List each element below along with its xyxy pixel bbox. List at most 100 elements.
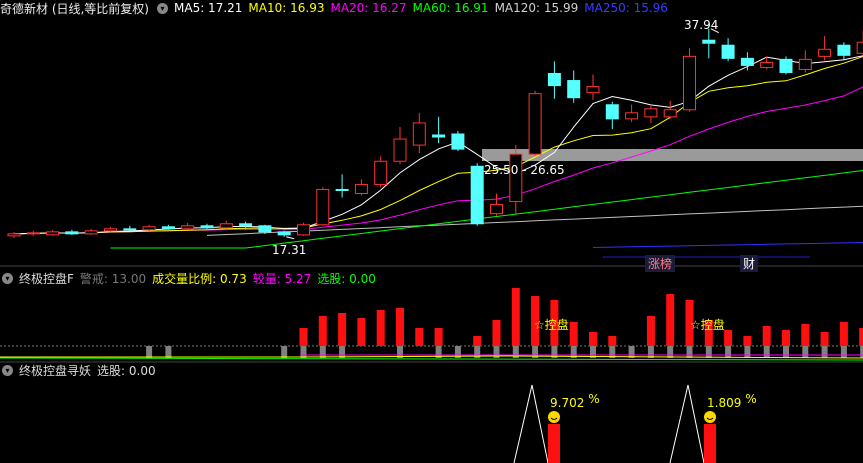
volume-red-bar <box>318 316 327 346</box>
candle <box>470 165 484 225</box>
volume-red-bar <box>415 328 424 346</box>
candle <box>567 80 581 99</box>
volume-grey-bar <box>628 346 635 358</box>
volume-grey-bar <box>744 346 751 358</box>
candle <box>779 58 793 73</box>
candle <box>490 204 503 215</box>
volume-grey-bar <box>647 346 654 358</box>
candle <box>65 231 79 235</box>
signal-bar-1 <box>548 424 560 463</box>
candle <box>798 58 812 70</box>
pct-label-1: 9.702 % <box>550 392 600 410</box>
volume-grey-bar <box>725 346 732 358</box>
volume-red-bar <box>511 288 520 346</box>
candle <box>393 138 407 162</box>
volume-red-bar <box>376 310 385 346</box>
candle <box>181 225 195 230</box>
collapse-icon[interactable]: ▾ <box>2 272 13 284</box>
volume-red-bar <box>396 308 404 346</box>
candle <box>605 104 619 120</box>
volume-red-bar <box>743 336 752 346</box>
price-chart[interactable] <box>0 0 863 463</box>
candle <box>432 134 446 138</box>
volume-grey-bar <box>783 346 789 358</box>
panel2-select: 选股: 0.00 <box>317 271 376 286</box>
limit-up-tag[interactable]: 涨榜 <box>645 255 676 272</box>
signal-bar-2 <box>704 424 716 463</box>
volume-red-bar <box>608 336 617 346</box>
candle <box>161 226 175 230</box>
high-price-label: 37.94 <box>684 18 719 32</box>
volume-grey-bar <box>705 346 712 358</box>
volume-red-bar <box>338 313 347 346</box>
candle <box>702 39 716 44</box>
volume-grey-bar <box>319 346 326 358</box>
volume-red-bar <box>492 320 501 346</box>
volume-red-bar <box>473 336 482 346</box>
candle <box>451 133 465 150</box>
volume-grey-bar <box>165 346 172 358</box>
panel2-compare: 较量: 5.27 <box>252 271 312 286</box>
candle <box>7 233 21 237</box>
candle <box>46 231 60 236</box>
price-range-label: 25.50 - 26.65 <box>484 163 565 177</box>
ma60-line <box>110 170 863 249</box>
panel2-warn: 警戒: 13.00 <box>79 271 147 286</box>
volume-grey-bar <box>802 346 809 358</box>
panel2-title: 终极控盘F <box>19 271 74 286</box>
candle <box>84 230 98 235</box>
pct-label-2: 1.809 % <box>707 392 757 410</box>
volume-red-bar <box>724 330 733 346</box>
candle <box>721 44 735 59</box>
candle <box>297 224 310 236</box>
low-price-label: 17.31 <box>272 243 307 257</box>
low-pointer <box>286 236 295 240</box>
candle <box>200 225 214 229</box>
candle <box>335 188 349 191</box>
candle <box>760 61 774 68</box>
volume-grey-bar <box>281 346 288 358</box>
candle <box>123 228 137 231</box>
volume-grey-bar <box>667 346 674 358</box>
candle <box>374 160 388 185</box>
ratio-line <box>0 355 863 359</box>
panel3-header: ▾ 终极控盘寻妖 选股: 0.00 <box>0 362 162 378</box>
candle <box>412 122 426 146</box>
volume-grey-bar <box>763 346 770 358</box>
ma250-line <box>592 242 863 248</box>
volume-red-bar <box>434 328 443 346</box>
volume-grey-bar <box>840 346 847 358</box>
candle <box>663 109 677 118</box>
candle <box>625 112 639 120</box>
candle <box>26 232 40 235</box>
volume-red-bar <box>357 318 366 346</box>
control-marker-1: ☆控盘 <box>534 318 569 332</box>
volume-red-bar <box>666 294 675 346</box>
candle <box>683 55 696 111</box>
candle <box>277 231 291 236</box>
finance-tag[interactable]: 财 <box>740 255 759 272</box>
volume-red-bar <box>782 330 790 346</box>
volume-red-bar <box>569 322 578 346</box>
candle <box>740 57 754 66</box>
candle <box>644 108 658 118</box>
collapse-icon[interactable]: ▾ <box>2 364 13 376</box>
candle <box>528 93 542 155</box>
candle <box>239 223 253 227</box>
volume-red-bar <box>762 326 771 346</box>
volume-grey-bar <box>821 346 828 358</box>
candle <box>354 183 368 195</box>
panel3-title: 终极控盘寻妖 <box>19 363 92 378</box>
volume-grey-bar <box>300 346 307 358</box>
candle <box>586 86 600 94</box>
ma5-line <box>13 55 863 235</box>
panel3-select: 选股: 0.00 <box>97 363 156 378</box>
candle <box>104 228 117 232</box>
volume-red-bar <box>820 332 829 346</box>
volume-red-bar <box>589 332 597 346</box>
panel2-header: ▾ 终极控盘F 警戒: 13.00 成交量比例: 0.73 较量: 5.27 选… <box>0 270 382 286</box>
volume-red-bar <box>646 316 655 346</box>
smiley-icon <box>548 411 560 423</box>
control-marker-2: ☆控盘 <box>690 318 725 332</box>
candle <box>837 44 851 56</box>
